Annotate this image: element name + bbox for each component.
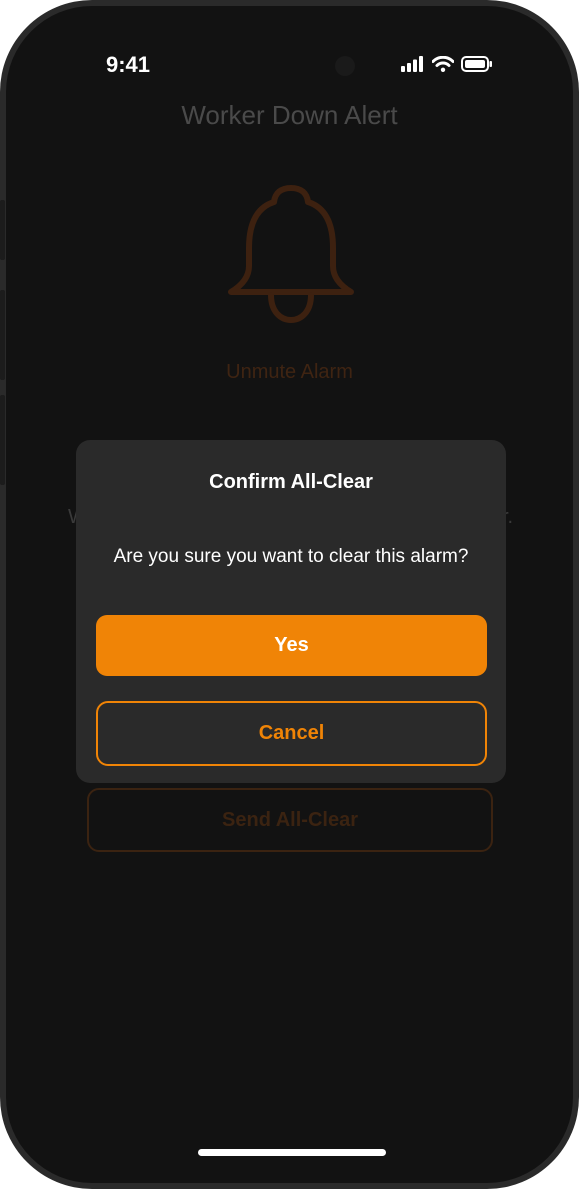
yes-button[interactable]: Yes: [96, 615, 487, 676]
volume-up-button: [0, 290, 5, 380]
action-button: [0, 200, 5, 260]
page-title: Worker Down Alert: [181, 100, 398, 130]
battery-icon: [461, 56, 493, 77]
bell-icon: [219, 178, 363, 331]
dialog-message: Are you sure you want to clear this alar…: [113, 546, 469, 567]
send-all-clear-button[interactable]: Send All-Clear: [87, 788, 493, 852]
wifi-icon: [431, 55, 455, 77]
front-camera: [335, 56, 355, 76]
cellular-signal-icon: [401, 56, 425, 77]
confirm-dialog: Confirm All-Clear Are you sure you want …: [76, 440, 506, 783]
phone-frame: 9:41 Worker Down Alert Unmute Alarm r. S…: [0, 0, 579, 1189]
screen: 9:41 Worker Down Alert Unmute Alarm r. S…: [6, 6, 573, 1183]
dialog-title: Confirm All-Clear: [209, 471, 373, 493]
volume-down-button: [0, 395, 5, 485]
status-icons: [401, 55, 493, 77]
status-time: 9:41: [106, 52, 151, 77]
home-indicator[interactable]: [198, 1149, 386, 1156]
unmute-alarm-button[interactable]: Unmute Alarm: [6, 361, 573, 384]
cancel-button[interactable]: Cancel: [96, 701, 487, 766]
